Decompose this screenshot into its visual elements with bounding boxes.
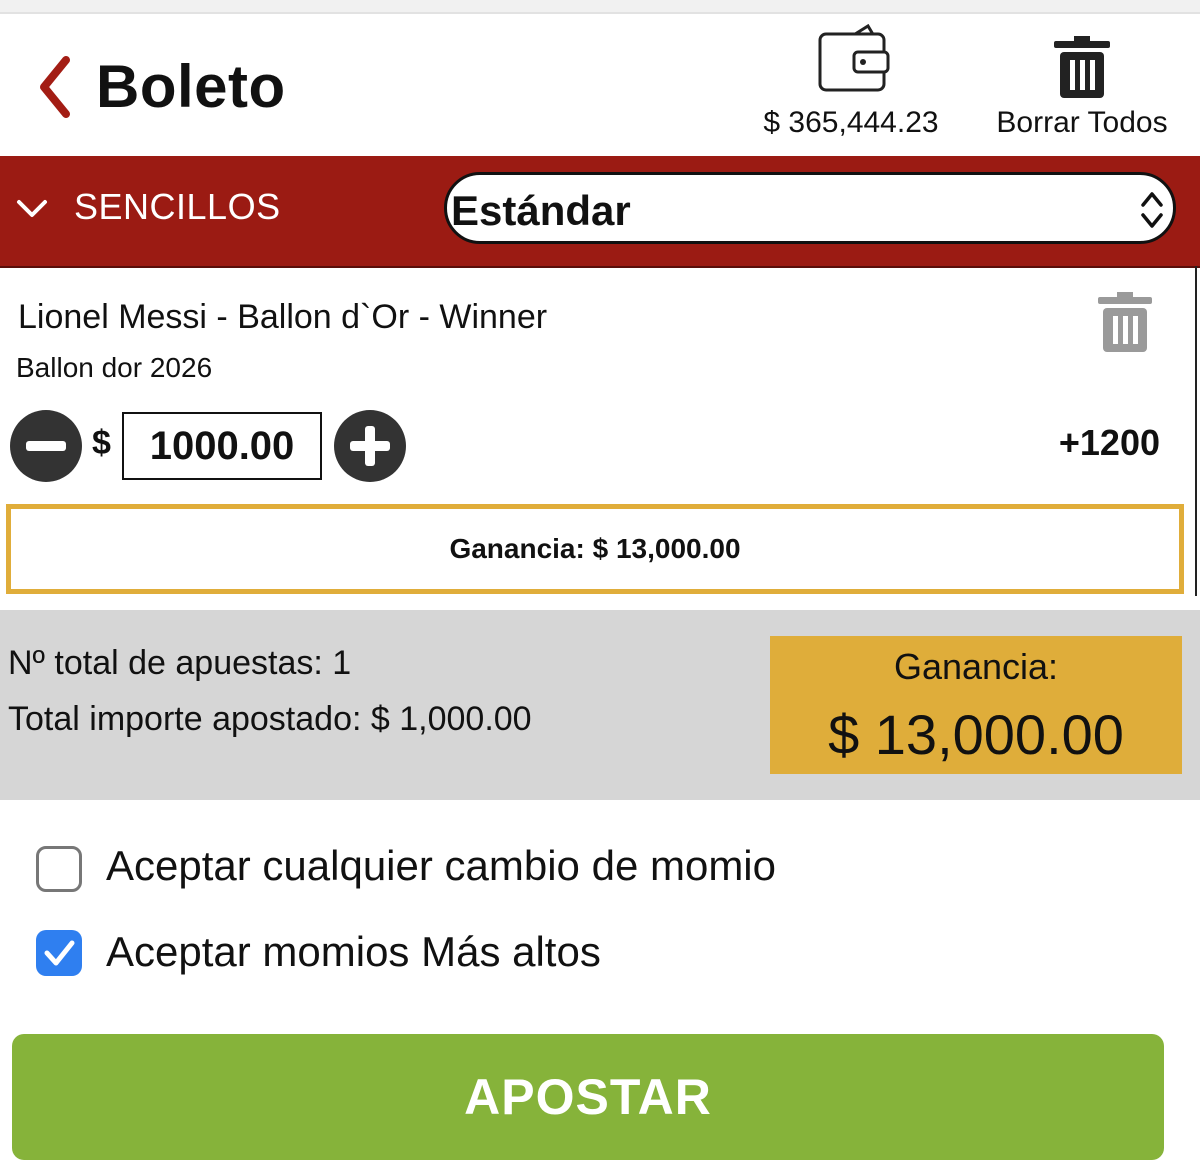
total-stake: Total importe apostado: $ 1,000.00 — [8, 700, 532, 738]
bet-type-value: Estándar — [451, 187, 631, 234]
place-bet-button[interactable]: APOSTAR — [12, 1034, 1164, 1160]
event-name: Ballon dor 2026 — [16, 352, 213, 383]
currency-sign: $ — [92, 424, 111, 462]
accept-any-odds-change-label[interactable]: Aceptar cualquier cambio de momio — [106, 842, 776, 890]
increase-stake-button[interactable] — [334, 410, 406, 482]
accept-higher-odds-checkbox[interactable] — [36, 930, 82, 976]
decrease-stake-button[interactable] — [10, 410, 82, 482]
trash-icon[interactable] — [1052, 36, 1112, 100]
checkmark-icon — [44, 940, 75, 966]
wallet-balance: $ 365,444.23 — [763, 106, 939, 139]
gain-panel: Ganancia: $ 13,000.00 — [770, 636, 1182, 774]
select-arrows-icon — [1141, 192, 1163, 228]
page-title: Boleto — [96, 53, 286, 120]
odds-value: +1200 — [1058, 422, 1160, 463]
accept-any-odds-change-checkbox[interactable] — [36, 846, 82, 892]
profit-box: Ganancia: $ 13,000.00 — [6, 504, 1184, 594]
gain-label: Ganancia: — [893, 646, 1059, 687]
minus-icon — [26, 441, 66, 451]
chevron-left-icon[interactable] — [36, 56, 76, 118]
bet-type-select[interactable]: Estándar — [444, 172, 1176, 244]
wallet-icon[interactable] — [816, 22, 890, 96]
trash-icon[interactable] — [1096, 292, 1154, 354]
selection-name: Lionel Messi - Ballon d`Or - Winner — [18, 298, 548, 336]
chevron-down-icon[interactable] — [16, 198, 48, 220]
total-bets: Nº total de apuestas: 1 — [8, 644, 352, 682]
accept-higher-odds-label[interactable]: Aceptar momios Más altos — [106, 928, 601, 976]
top-strip — [0, 0, 1200, 14]
stake-input[interactable] — [122, 412, 322, 480]
plus-icon — [350, 426, 390, 466]
clear-all-button[interactable]: Borrar Todos — [990, 106, 1174, 140]
gain-amount: $ 13,000.00 — [828, 703, 1124, 766]
section-label[interactable]: SENCILLOS — [74, 186, 281, 228]
